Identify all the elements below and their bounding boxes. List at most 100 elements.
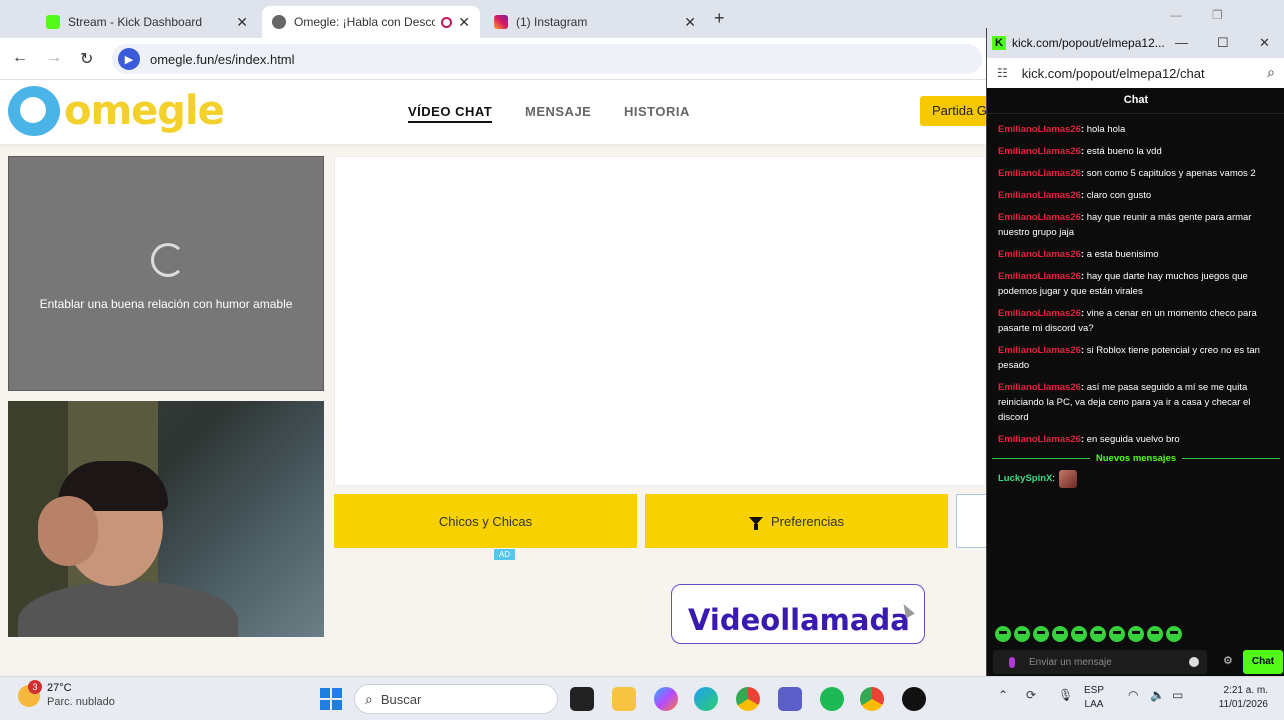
teams-icon[interactable] (778, 687, 802, 711)
chat-text: está bueno la vdd (1086, 146, 1162, 157)
globe-favicon-icon (272, 15, 286, 29)
emote-icon[interactable] (1128, 626, 1144, 642)
chat-text: hola hola (1086, 124, 1126, 135)
clock-time: 2:21 a. m. (1223, 685, 1268, 696)
emote-icon[interactable] (1109, 626, 1125, 642)
nav-historia[interactable]: HISTORIA (624, 104, 690, 119)
obs-icon[interactable] (902, 687, 926, 711)
windows-start-icon[interactable] (320, 688, 342, 710)
weather-widget[interactable]: 3 27°C Parc. nublado (18, 680, 115, 708)
tab-omegle[interactable]: Omegle: ¡Habla con Descon ✕ (262, 6, 480, 38)
chat-username[interactable]: EmilianoLlamas26 (998, 212, 1081, 223)
lang-variant: LAA (1084, 699, 1104, 710)
chat-text: en seguida vuelvo bro (1086, 434, 1180, 445)
emote-icon[interactable] (1090, 626, 1106, 642)
emote-icon[interactable] (1014, 626, 1030, 642)
chat-username[interactable]: EmilianoLlamas26 (998, 168, 1081, 179)
file-explorer-icon[interactable] (612, 687, 636, 711)
chat-message: EmilianoLlamas26: está bueno la vdd (998, 146, 1162, 157)
nav-mensaje[interactable]: MENSAJE (525, 104, 591, 119)
instagram-favicon-icon (494, 15, 508, 29)
chrome-profile-icon[interactable] (860, 687, 884, 711)
minimize-icon[interactable]: — (1175, 35, 1188, 50)
new-messages-divider: Nuevos mensajes (992, 451, 1281, 465)
chat-username[interactable]: EmilianoLlamas26 (998, 434, 1081, 445)
omegle-logo[interactable]: omegle (8, 86, 225, 136)
emote-icon[interactable] (1071, 626, 1087, 642)
chat-text: claro con gusto (1086, 190, 1152, 201)
chat-message-input[interactable]: Enviar un mensaje (993, 650, 1207, 674)
chat-username[interactable]: EmilianoLlamas26 (998, 345, 1081, 356)
maximize-icon[interactable]: ☐ (1217, 35, 1229, 51)
emote-icon[interactable] (1052, 626, 1068, 642)
emote-icon[interactable] (1166, 626, 1182, 642)
chat-username[interactable]: LuckySpinX (998, 470, 1052, 488)
chat-username[interactable]: EmilianoLlamas26 (998, 271, 1081, 282)
chat-username[interactable]: EmilianoLlamas26 (998, 249, 1081, 260)
partial-button[interactable] (956, 494, 986, 548)
maximize-icon[interactable]: ❐ (1212, 8, 1223, 22)
chevron-up-icon[interactable]: ⌃ (998, 688, 1008, 702)
back-icon[interactable]: ← (12, 49, 28, 67)
chat-message: EmilianoLlamas26: si Roblox tiene potenc… (998, 345, 1260, 371)
preferences-button[interactable]: Preferencias (645, 494, 948, 548)
minimize-icon[interactable]: — (1170, 8, 1182, 22)
chat-message: EmilianoLlamas26: son como 5 capitulos y… (998, 168, 1256, 179)
url-text: omegle.fun/es/index.html (150, 51, 295, 67)
emoji-picker-icon[interactable] (1189, 657, 1199, 667)
tab-kick-dashboard[interactable]: Stream - Kick Dashboard ✕ (36, 6, 258, 38)
chat-username[interactable]: EmilianoLlamas26 (998, 146, 1081, 157)
chat-message: EmilianoLlamas26: vine a cenar en un mom… (998, 308, 1257, 334)
microphone-icon[interactable] (1009, 656, 1015, 668)
spotify-icon[interactable] (820, 687, 844, 711)
sync-icon[interactable]: ⟳ (1026, 688, 1036, 702)
start-game-button[interactable]: Partida G (920, 96, 986, 126)
copilot-icon[interactable] (654, 687, 678, 711)
taskbar-search[interactable]: ⌕ Buscar (354, 684, 558, 714)
tab-instagram[interactable]: (1) Instagram ✕ (484, 6, 706, 38)
loading-text: Entablar una buena relación con humor am… (39, 297, 293, 311)
emote-bar (995, 626, 1182, 642)
chat-message: EmilianoLlamas26: hay que darte hay much… (998, 271, 1248, 297)
emote-icon[interactable] (1147, 626, 1163, 642)
chat-messages: EmilianoLlamas26: hola hola EmilianoLlam… (998, 122, 1278, 454)
kick-chat-popout: K kick.com/popout/elmepa12... — ☐ ✕ ☷ ki… (986, 28, 1284, 678)
tab-close-icon[interactable]: ✕ (236, 14, 248, 31)
chat-text: a esta buenisimo (1086, 249, 1159, 260)
chat-username[interactable]: EmilianoLlamas26 (998, 124, 1081, 135)
send-chat-button[interactable]: Chat (1243, 650, 1283, 674)
microphone-tray-icon[interactable]: 🎙 (1058, 688, 1073, 702)
close-icon[interactable]: ✕ (1259, 35, 1270, 51)
tab-close-icon[interactable]: ✕ (684, 14, 696, 31)
tab-close-icon[interactable]: ✕ (458, 14, 470, 31)
videollamada-promo[interactable]: Videollamada (671, 584, 925, 644)
gear-icon[interactable]: ⚙ (1223, 654, 1233, 667)
chat-message: EmilianoLlamas26: claro con gusto (998, 190, 1152, 201)
chat-header: Chat (987, 88, 1284, 114)
forward-icon[interactable]: → (46, 49, 62, 67)
nav-video-chat[interactable]: VÍDEO CHAT (408, 104, 493, 123)
wifi-icon[interactable]: ◠ (1128, 688, 1138, 702)
site-settings-icon[interactable]: ☷ (997, 66, 1008, 80)
emote-icon[interactable] (995, 626, 1011, 642)
zoom-icon[interactable]: ⌕ (1267, 64, 1275, 81)
reload-icon[interactable]: ↻ (80, 49, 93, 69)
chat-username[interactable]: EmilianoLlamas26 (998, 190, 1081, 201)
gender-filter-button[interactable]: Chicos y Chicas (334, 494, 637, 548)
task-view-icon[interactable] (570, 687, 594, 711)
language-indicator[interactable]: ESP LAA (1084, 684, 1104, 712)
battery-icon[interactable]: ▭ (1172, 688, 1183, 702)
system-clock[interactable]: 2:21 a. m. 11/01/2026 (1200, 684, 1268, 712)
weather-alert-badge: 3 (28, 680, 42, 694)
kick-favicon-icon: K (992, 36, 1006, 50)
camera-site-icon[interactable]: ▶ (118, 48, 140, 70)
url-field[interactable]: ▶ omegle.fun/es/index.html (112, 44, 982, 74)
emote-icon[interactable] (1033, 626, 1049, 642)
chrome-icon[interactable] (736, 687, 760, 711)
edge-icon[interactable] (694, 687, 718, 711)
site-header: omegle VÍDEO CHAT MENSAJE HISTORIA Parti… (0, 80, 986, 144)
new-tab-button[interactable]: + (714, 8, 725, 29)
chat-username[interactable]: EmilianoLlamas26 (998, 308, 1081, 319)
volume-icon[interactable]: 🔈 (1150, 688, 1165, 702)
chat-username[interactable]: EmilianoLlamas26 (998, 382, 1081, 393)
